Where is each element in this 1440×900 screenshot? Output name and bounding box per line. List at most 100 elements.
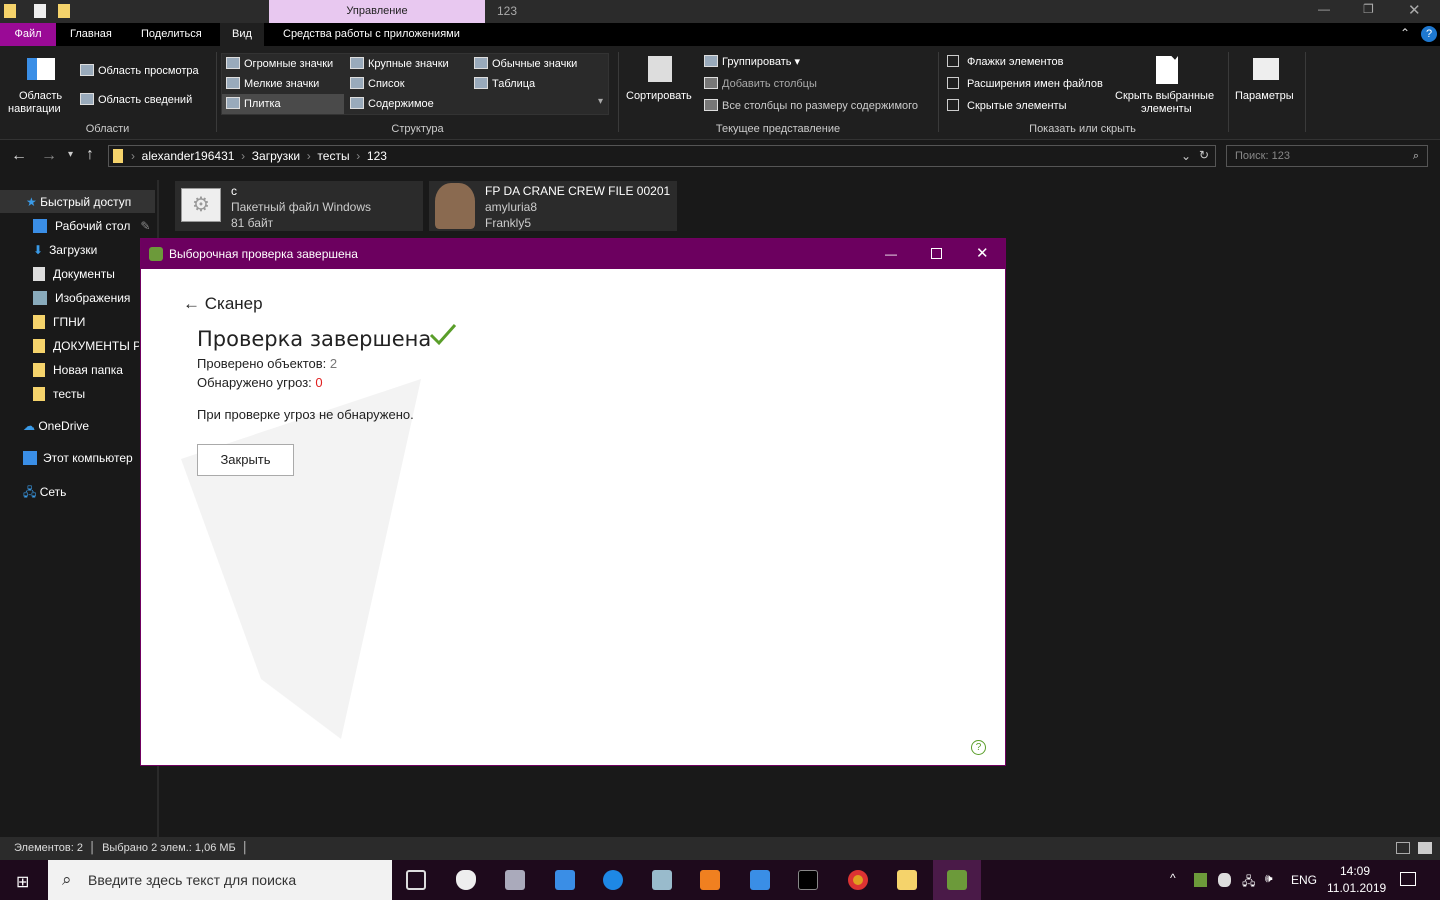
- tab-share[interactable]: Поделиться: [129, 23, 214, 46]
- hidden-items-checkbox[interactable]: [947, 99, 959, 111]
- address-dropdown-icon[interactable]: ⌄: [1181, 149, 1191, 163]
- address-bar[interactable]: › alexander196431 › Загрузки › тесты › 1…: [108, 145, 1216, 167]
- group-by-button[interactable]: Группировать: [722, 56, 792, 68]
- start-button[interactable]: ⊞: [16, 872, 29, 892]
- folder-icon: [4, 4, 16, 18]
- breadcrumb-downloads[interactable]: Загрузки: [252, 149, 300, 163]
- sidebar-item-pictures[interactable]: Изображения: [55, 291, 130, 305]
- explorer-icon[interactable]: [897, 870, 917, 890]
- up-button[interactable]: ↑: [86, 146, 94, 164]
- refresh-icon[interactable]: ↻: [1199, 148, 1209, 162]
- network-tray-icon[interactable]: 🖧: [1242, 872, 1255, 893]
- app-icon[interactable]: [555, 870, 575, 890]
- ribbon: Область навигации Область просмотра Обла…: [0, 46, 1440, 140]
- help-icon[interactable]: ?: [1421, 26, 1437, 42]
- sidebar-item-this-pc[interactable]: Этот компьютер: [43, 451, 133, 465]
- tab-app-tools[interactable]: Средства работы с приложениями: [271, 23, 472, 46]
- defender-icon[interactable]: [456, 870, 476, 890]
- layout-large[interactable]: Крупные значки: [368, 58, 449, 70]
- close-button[interactable]: ✕: [1408, 1, 1421, 19]
- options-button[interactable]: Параметры: [1235, 90, 1294, 102]
- taskbar-search-input[interactable]: ⌕ Введите здесь текст для поиска: [48, 860, 392, 900]
- dialog-title: Выборочная проверка завершена: [169, 247, 358, 261]
- layout-small[interactable]: Мелкие значки: [244, 78, 319, 90]
- add-columns-button[interactable]: Добавить столбцы: [722, 78, 817, 90]
- layout-list[interactable]: Список: [368, 78, 405, 90]
- search-input[interactable]: Поиск: 123 ⌕: [1226, 145, 1428, 167]
- recent-locations-button[interactable]: ▾: [68, 149, 73, 160]
- dialog-minimize-button[interactable]: —: [885, 239, 897, 269]
- minimize-button[interactable]: —: [1318, 2, 1330, 16]
- sidebar-item-downloads[interactable]: Загрузки: [49, 243, 97, 257]
- extensions-checkbox[interactable]: [947, 77, 959, 89]
- nav-pane-button[interactable]: Область: [19, 90, 62, 102]
- maximize-button[interactable]: ❐: [1363, 2, 1374, 16]
- file-tile[interactable]: FP DA CRANE CREW FILE 00201 amyluria8 Fr…: [429, 181, 677, 231]
- new-folder-icon[interactable]: [58, 4, 70, 18]
- cmd-icon[interactable]: [798, 870, 818, 890]
- tray-overflow-icon[interactable]: ^: [1170, 871, 1176, 885]
- layout-extra-large[interactable]: Огромные значки: [244, 58, 333, 70]
- notifications-icon[interactable]: [1400, 872, 1416, 886]
- tab-view[interactable]: Вид: [220, 23, 264, 46]
- forward-button[interactable]: →: [41, 147, 57, 165]
- tiles-view-icon[interactable]: [1418, 842, 1432, 854]
- sidebar-item-new-folder[interactable]: Новая папка: [53, 363, 123, 377]
- status-bar: Элементов: 2 │ Выбрано 2 элем.: 1,06 МБ …: [0, 837, 1440, 860]
- taskbar: ⊞ ⌕ Введите здесь текст для поиска ^ 🖧 🕪 …: [0, 860, 1440, 900]
- manage-tab[interactable]: Управление: [269, 0, 485, 23]
- dialog-maximize-button[interactable]: [931, 248, 942, 259]
- defender-tray-icon[interactable]: [1218, 873, 1231, 887]
- fit-columns-button[interactable]: Все столбцы по размеру содержимого: [722, 100, 918, 112]
- layout-expand-icon[interactable]: ▾: [598, 96, 603, 107]
- breadcrumb-tests[interactable]: тесты: [317, 149, 349, 163]
- volume-icon[interactable]: 🕪: [1265, 871, 1273, 886]
- folder-icon: [33, 339, 45, 353]
- sidebar-item-quick-access[interactable]: Быстрый доступ: [40, 195, 131, 209]
- sidebar-item-onedrive[interactable]: OneDrive: [38, 419, 89, 433]
- back-button[interactable]: ←: [11, 147, 27, 165]
- layout-tiles[interactable]: Плитка: [244, 98, 281, 110]
- navigation-pane-icon: [27, 58, 55, 80]
- file-tile[interactable]: ⚙ c Пакетный файл Windows 81 байт: [175, 181, 423, 231]
- preview-pane-button[interactable]: Область просмотра: [98, 65, 199, 77]
- item-checkboxes-checkbox[interactable]: [947, 55, 959, 67]
- sidebar-item-desktop[interactable]: Рабочий стол: [55, 219, 130, 233]
- tab-file[interactable]: Файл: [0, 23, 56, 46]
- layout-details[interactable]: Таблица: [492, 78, 535, 90]
- sidebar-item-network[interactable]: Сеть: [40, 485, 67, 499]
- sort-button[interactable]: Сортировать: [626, 90, 692, 102]
- language-indicator[interactable]: ENG: [1291, 873, 1317, 887]
- ie-icon[interactable]: [603, 870, 623, 890]
- task-view-icon[interactable]: [406, 870, 426, 890]
- folder-icon: [33, 315, 45, 329]
- close-button[interactable]: Закрыть: [197, 444, 294, 476]
- dialog-close-button[interactable]: ✕: [976, 239, 989, 269]
- drweb-tray-icon[interactable]: [1194, 873, 1207, 887]
- breadcrumb-123[interactable]: 123: [367, 149, 387, 163]
- paint-icon[interactable]: [652, 870, 672, 890]
- layout-content[interactable]: Содержимое: [368, 98, 434, 110]
- properties-icon[interactable]: [34, 4, 46, 18]
- details-pane-button[interactable]: Область сведений: [98, 94, 192, 106]
- chrome-icon[interactable]: [848, 870, 868, 890]
- drweb-taskbar-button[interactable]: [933, 860, 981, 900]
- sidebar-item-gpni[interactable]: ГПНИ: [53, 315, 85, 329]
- clock-time[interactable]: 14:09: [1340, 864, 1370, 878]
- tab-home[interactable]: Главная: [58, 23, 124, 46]
- help-icon[interactable]: ?: [971, 740, 986, 755]
- sidebar-item-tests[interactable]: тесты: [53, 387, 85, 401]
- batch-file-icon: ⚙: [181, 188, 221, 222]
- sidebar-item-documents-ra[interactable]: ДОКУМЕНТЫ Р/: [53, 339, 139, 353]
- layout-medium[interactable]: Обычные значки: [492, 58, 577, 70]
- clock-date[interactable]: 11.01.2019: [1327, 881, 1386, 895]
- hide-selected-button[interactable]: Скрыть выбранные: [1115, 90, 1214, 102]
- back-to-scanner-link[interactable]: ← Сканер: [183, 294, 263, 314]
- breadcrumb-user[interactable]: alexander196431: [142, 149, 235, 163]
- app-icon[interactable]: [505, 870, 525, 890]
- control-panel-icon[interactable]: [750, 870, 770, 890]
- sidebar-item-documents[interactable]: Документы: [53, 267, 115, 281]
- details-view-icon[interactable]: [1396, 842, 1410, 854]
- collapse-ribbon-icon[interactable]: ⌃: [1400, 26, 1410, 40]
- media-player-icon[interactable]: [700, 870, 720, 890]
